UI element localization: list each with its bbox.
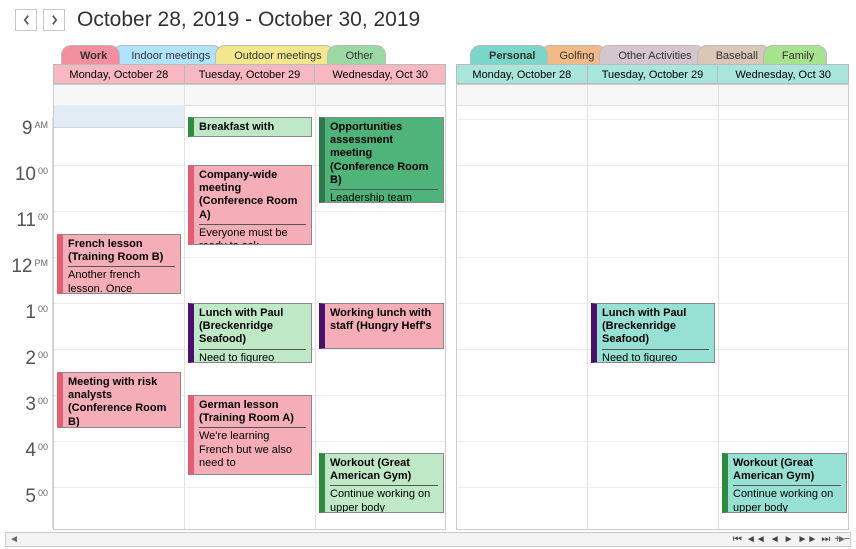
hour-label: 10: [15, 164, 36, 185]
event-title: French lesson (Training Room B): [68, 238, 175, 267]
event-title: Lunch with Paul (Breckenridge Seafood): [602, 307, 709, 350]
day-header[interactable]: Tuesday, October 29: [588, 64, 719, 84]
day-header[interactable]: Monday, October 28: [53, 64, 185, 84]
prev-icon[interactable]: ◄: [770, 534, 780, 545]
event-workout-personal[interactable]: Workout (Great American Gym) Continue wo…: [722, 453, 847, 513]
hour-label: 1: [25, 302, 36, 323]
day-header[interactable]: Monday, October 28: [456, 64, 588, 84]
event-desc: Leadership team: [330, 192, 438, 203]
event-opportunities[interactable]: Opportunities assessment meeting (Confer…: [319, 117, 444, 203]
horizontal-scrollbar[interactable]: ◄ ►: [5, 532, 851, 547]
hour-label: 3: [25, 394, 36, 415]
tab-label: Outdoor meetings: [234, 50, 321, 62]
next-icon[interactable]: ►: [784, 534, 794, 545]
event-working-lunch[interactable]: Working lunch with staff (Hungry Heff's: [319, 303, 444, 349]
hour-suffix: 00: [38, 304, 48, 314]
event-breakfast[interactable]: Breakfast with: [188, 117, 312, 137]
time-axis: 9AM 1000 1100 12PM 100 200 300 400 500: [5, 118, 53, 528]
tab-label: Personal: [489, 50, 535, 62]
event-title: Breakfast with: [199, 121, 306, 137]
tab-other[interactable]: Other: [327, 45, 387, 65]
day-header[interactable]: Wednesday, Oct 30: [718, 64, 849, 84]
day-header[interactable]: Tuesday, October 29: [185, 64, 316, 84]
prev-range-button[interactable]: [15, 9, 37, 31]
tab-label: Indoor meetings: [131, 50, 210, 62]
date-range-title: October 28, 2019 - October 30, 2019: [77, 8, 420, 32]
event-companywide[interactable]: Company-wide meeting (Conference Room A)…: [188, 165, 312, 245]
prev-page-icon[interactable]: ◄◄: [746, 534, 766, 545]
zoom-in-icon[interactable]: +: [834, 534, 840, 545]
tab-personal[interactable]: Personal: [470, 45, 548, 65]
event-title: Company-wide meeting (Conference Room A): [199, 169, 306, 225]
hour-suffix: 00: [38, 350, 48, 360]
now-highlight: [54, 105, 184, 128]
last-page-icon[interactable]: ⏭: [821, 534, 830, 545]
footer-toolbar: ⏮ ◄◄ ◄ ► ►► ⏭ + −: [733, 534, 850, 545]
event-workout-work[interactable]: Workout (Great American Gym) Continue wo…: [319, 453, 444, 513]
next-range-button[interactable]: [43, 9, 65, 31]
personal-panel: Lunch with Paul (Breckenridge Seafood) N…: [456, 84, 849, 530]
event-lunch-paul-personal[interactable]: Lunch with Paul (Breckenridge Seafood) N…: [591, 303, 715, 363]
event-desc: Need to figureo: [602, 352, 709, 363]
tab-label: Golfing: [559, 50, 594, 62]
tab-label: Family: [782, 50, 814, 62]
zoom-out-icon[interactable]: −: [844, 534, 850, 545]
event-desc: We're learning French but we also need t…: [199, 430, 306, 470]
event-desc: Continue working on upper body: [733, 488, 841, 513]
personal-tue-column[interactable]: Lunch with Paul (Breckenridge Seafood) N…: [588, 85, 719, 529]
hour-suffix: 00: [38, 166, 48, 176]
tab-work[interactable]: Work: [61, 45, 120, 65]
day-header[interactable]: Wednesday, Oct 30: [315, 64, 446, 84]
hour-label: 9: [22, 118, 33, 139]
hour-label: 5: [25, 486, 36, 507]
tab-label: Work: [80, 50, 107, 62]
tab-label: Baseball: [716, 50, 758, 62]
hour-suffix: 00: [38, 488, 48, 498]
event-title: Meeting with risk analysts (Conference R…: [68, 376, 175, 428]
tab-indoor-meetings[interactable]: Indoor meetings: [112, 45, 223, 65]
personal-wed-column[interactable]: Workout (Great American Gym) Continue wo…: [719, 85, 850, 529]
hour-suffix: 00: [38, 442, 48, 452]
event-desc: Another french lesson. Once: [68, 269, 175, 294]
event-desc: Everyone must be ready to ask: [199, 227, 306, 245]
event-title: Opportunities assessment meeting (Confer…: [330, 121, 438, 190]
hour-suffix: AM: [35, 120, 49, 130]
hour-label: 11: [16, 210, 36, 231]
work-tue-column[interactable]: Breakfast with Company-wide meeting (Con…: [185, 85, 316, 529]
scroll-left-icon[interactable]: ◄: [6, 533, 22, 546]
tab-label: Other: [346, 50, 374, 62]
hour-suffix: 00: [38, 396, 48, 406]
event-title: Lunch with Paul (Breckenridge Seafood): [199, 307, 306, 350]
first-page-icon[interactable]: ⏮: [733, 534, 742, 545]
tab-family[interactable]: Family: [763, 45, 827, 65]
next-page-icon[interactable]: ►►: [798, 534, 818, 545]
event-lunch-paul-work[interactable]: Lunch with Paul (Breckenridge Seafood) N…: [188, 303, 312, 363]
event-desc: Continue working on upper body: [330, 488, 438, 513]
tab-other-activities[interactable]: Other Activities: [599, 45, 704, 65]
work-panel: French lesson (Training Room B) Another …: [53, 84, 446, 530]
personal-mon-column[interactable]: [457, 85, 588, 529]
event-german-lesson[interactable]: German lesson (Training Room A) We're le…: [188, 395, 312, 475]
event-desc: Need to figureo: [199, 352, 306, 363]
hour-suffix: 00: [38, 212, 48, 222]
hour-suffix: PM: [35, 258, 49, 268]
event-title: Workout (Great American Gym): [733, 457, 841, 486]
event-french-lesson[interactable]: French lesson (Training Room B) Another …: [57, 234, 181, 294]
hour-label: 4: [25, 440, 36, 461]
event-title: German lesson (Training Room A): [199, 399, 306, 428]
tab-label: Other Activities: [618, 50, 691, 62]
tab-baseball[interactable]: Baseball: [697, 45, 771, 65]
work-mon-column[interactable]: French lesson (Training Room B) Another …: [54, 85, 185, 529]
tab-golfing[interactable]: Golfing: [540, 45, 607, 65]
work-wed-column[interactable]: Opportunities assessment meeting (Confer…: [316, 85, 447, 529]
event-risk-analysts[interactable]: Meeting with risk analysts (Conference R…: [57, 372, 181, 428]
event-title: Workout (Great American Gym): [330, 457, 438, 486]
tab-outdoor-meetings[interactable]: Outdoor meetings: [215, 45, 334, 65]
hour-label: 12: [11, 256, 32, 277]
event-title: Working lunch with staff (Hungry Heff's: [330, 307, 438, 333]
hour-label: 2: [25, 348, 36, 369]
